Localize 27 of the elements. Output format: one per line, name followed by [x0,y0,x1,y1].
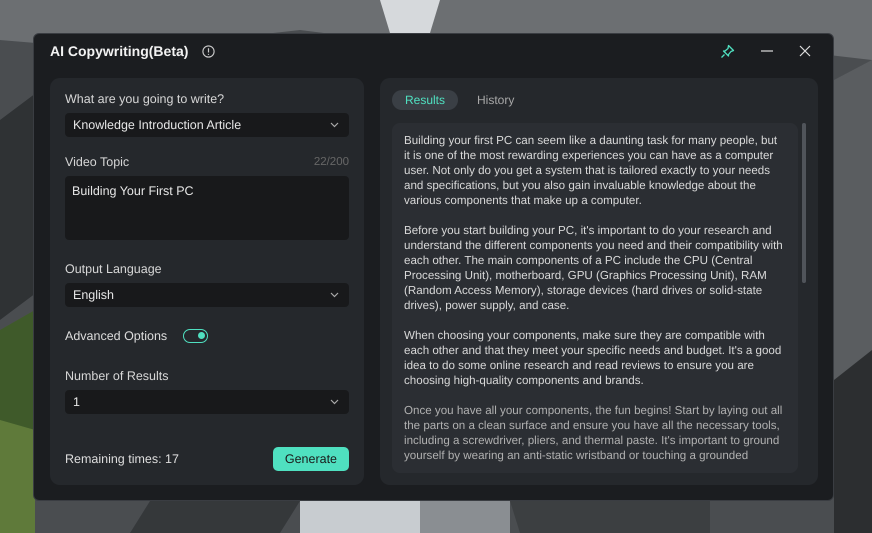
close-icon [799,45,811,57]
paragraph: Once you have all your components, the fun begins! Start by laying out all the parts on a clean surface and ensure you have all the necessary tools, including a screwdriver, pliers, and thermal paste. It's important to ground yourself by wearing an anti-static wristband or touching a grounded [404,403,784,463]
info-icon[interactable] [202,44,216,58]
topic-input-field[interactable]: Building Your First PC [65,176,349,240]
paragraph: When choosing your components, make sure they are compatible with each other and that they meet your specific needs and budget. It's a good idea to do some online research and read reviews to ensure you are choosing high-quality components and brands. [404,328,782,388]
field-label: Video Topic [65,155,130,169]
character-count: 22/200 [314,156,349,168]
chevron-down-icon [330,122,339,128]
paragraph: Before you start building your PC, it's important to do your research and understand the different components you need and their compatibility with each other. The main components of a PC include the CPU (Central Processing Unit), motherboard, GPU (Graphics Processing Unit), RAM (Random Access Memory), storage devices (hard drives or solid-state drives), power supply, and case. [404,223,784,313]
chevron-down-icon [330,399,339,405]
tab[interactable]: History [464,90,528,110]
field-label: Advanced Options [65,329,168,343]
field-label: Number of Results [65,369,170,383]
language-dropdown[interactable]: English [65,283,349,307]
window-title: AI Copywriting(Beta) [50,43,188,59]
remaining-text: Remaining times: 17 [65,452,179,466]
chevron-down-icon [330,292,339,298]
paragraph: Building your first PC can seem like a daunting task for many people, but it is one of the most rewarding experiences you can have as a computer user. Not only do you get a system that is tailored exactly to your needs and specifications, but you also gain invaluable knowledge about the various components that make up a computer. [404,133,778,208]
field-label: Output Language [65,262,163,276]
tab[interactable]: Results [392,90,458,110]
type-dropdown[interactable]: Knowledge Introduction Article [65,113,349,137]
generate-button[interactable]: Generate [272,447,349,471]
results-dropdown[interactable]: 1 [65,390,349,414]
toggle-switch[interactable] [183,329,208,343]
pin-icon [720,44,735,58]
scrollbar[interactable] [802,123,806,283]
field-label: What are you going to write? [65,92,226,106]
